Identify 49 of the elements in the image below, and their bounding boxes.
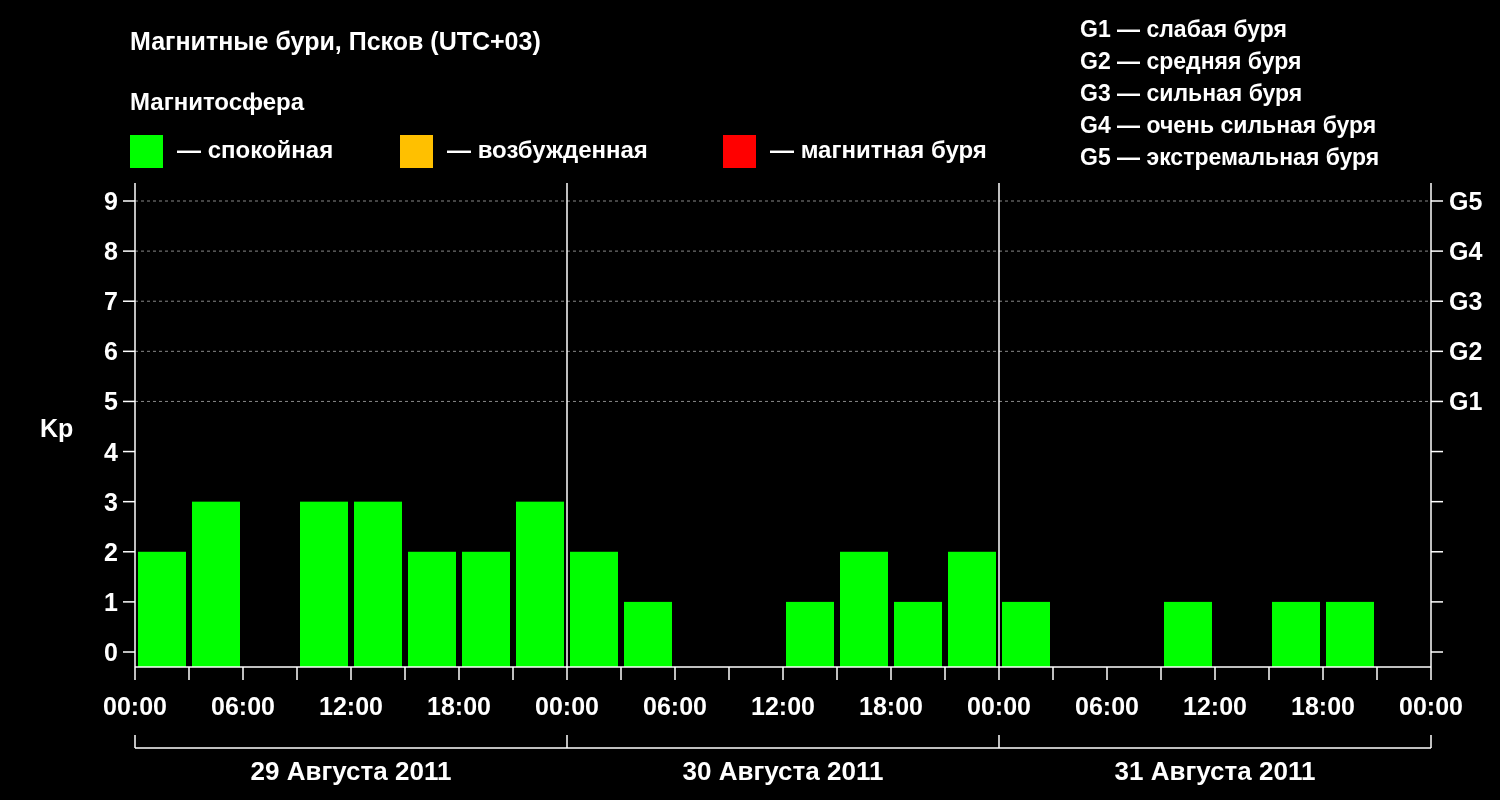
x-tick-label: 12:00 [319,692,383,720]
storm-level-label: G1 [1449,387,1483,416]
kp-bar [786,601,834,667]
storm-scale-entry: G2 — средняя буря [1080,48,1302,74]
storm-level-label: G5 [1449,187,1483,215]
storm-level-label: G2 [1449,337,1483,366]
y-tick-label: 9 [104,187,118,215]
storm-scale-entry: G5 — экстремальная буря [1080,144,1380,170]
chart-title: Магнитные бури, Псков (UTC+03) [130,27,541,55]
x-tick-label: 18:00 [1291,692,1355,720]
y-tick-label: 6 [104,337,118,366]
y-tick-label: 5 [104,387,118,416]
storm-scale-entry: G4 — очень сильная буря [1080,112,1377,138]
x-tick-label: 12:00 [1183,692,1247,720]
legend-label: — магнитная буря [770,136,987,163]
y-tick-label: 7 [104,287,118,316]
y-tick-label: 1 [104,587,118,616]
y-axis-label: Kp [40,414,74,442]
kp-bar [1272,601,1320,667]
kp-bar [624,601,672,667]
kp-bar [1326,601,1374,667]
x-tick-label: 06:00 [643,692,707,720]
storm-scale-entry: G3 — сильная буря [1080,80,1303,106]
date-label: 30 Августа 2011 [682,756,884,786]
storm-scale-entry: G1 — слабая буря [1080,16,1288,42]
x-tick-label: 12:00 [751,692,815,720]
x-tick-label: 06:00 [1075,692,1139,720]
y-tick-label: 4 [104,437,118,466]
y-tick-label: 2 [104,537,118,566]
y-tick-label: 3 [104,487,118,516]
x-tick-label: 00:00 [1399,692,1463,720]
x-tick-label: 06:00 [211,692,275,720]
y-tick-label: 0 [104,638,118,666]
kp-bar [894,601,942,667]
legend-label: — спокойная [177,136,334,163]
date-label: 31 Августа 2011 [1114,756,1316,786]
kp-bar [1002,601,1050,667]
storm-level-label: G3 [1449,287,1483,316]
x-tick-label: 00:00 [967,692,1031,720]
x-tick-label: 00:00 [103,692,167,720]
x-tick-label: 18:00 [859,692,923,720]
storm-level-label: G4 [1449,237,1483,266]
x-tick-label: 18:00 [427,692,491,720]
legend-title: Магнитосфера [130,88,305,115]
y-tick-label: 8 [104,237,118,266]
date-label: 29 Августа 2011 [250,756,452,786]
x-tick-label: 00:00 [535,692,599,720]
kp-bar [1164,601,1212,667]
legend-label: — возбужденная [447,136,648,163]
